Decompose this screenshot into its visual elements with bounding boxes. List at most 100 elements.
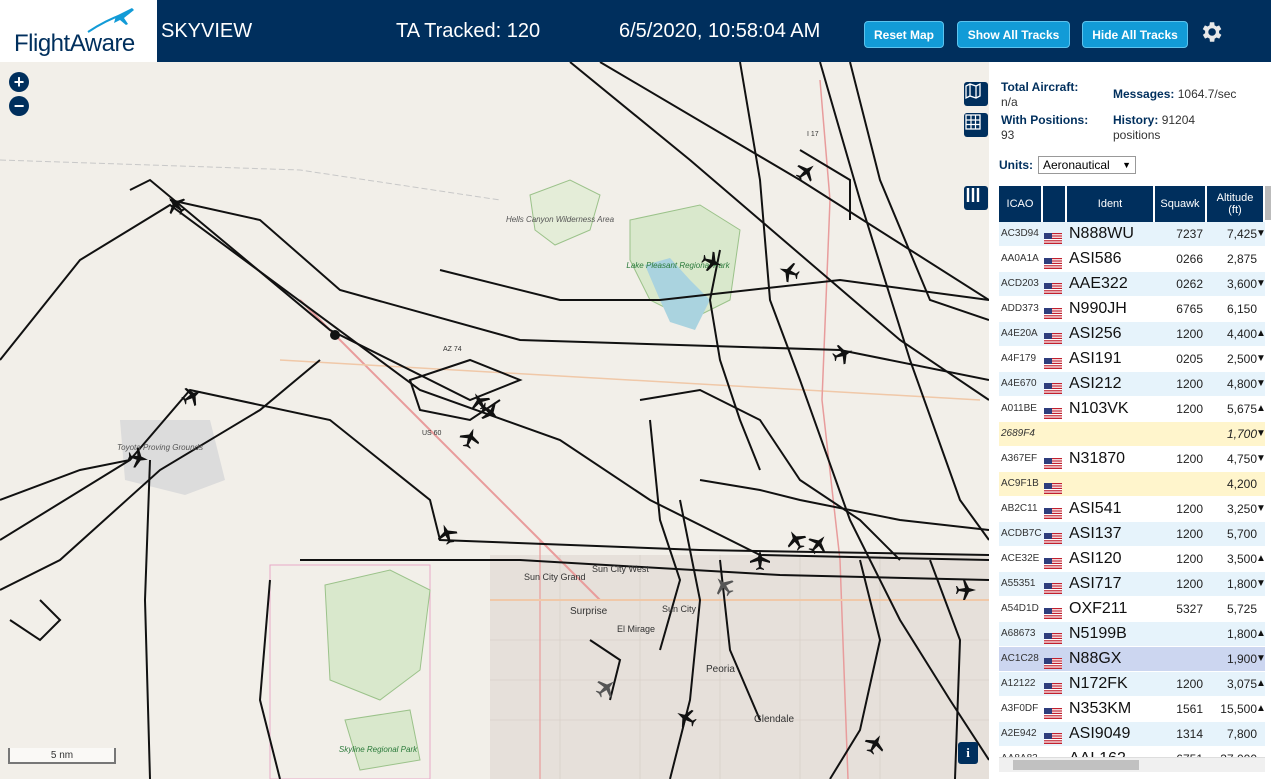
table-row[interactable]: AC3D94 N888WU 7237 7,425 ▼ [999,222,1266,246]
cell-altitude: 1,800 [1226,577,1257,591]
altitude-trend-icon: ▼ [1256,278,1266,289]
horizontal-scrollbar-thumb[interactable] [1013,760,1139,770]
flightaware-logo[interactable]: FlightAware [0,0,157,62]
altitude-trend-icon [1256,722,1265,746]
table-row[interactable]: ACE32E ASI120 1200 3,500 ▲ [999,547,1266,571]
us-flag-icon [1044,654,1062,669]
table-row[interactable]: A3F0DF N353KM 1561 15,500 ▲ [999,697,1266,721]
cell-altitude: 4,200 [1226,477,1257,491]
us-flag-icon [1044,454,1062,469]
cell-ident: ASI137 [1069,525,1122,542]
table-row[interactable]: ADD373 N990JH 6765 6,150 [999,297,1265,321]
table-row[interactable]: AC1C28 N88GX 1,900 ▼ [999,647,1266,671]
cell-icao: ACE32E [1001,553,1040,564]
us-flag-icon [1044,254,1062,269]
table-row[interactable]: A2E942 ASI9049 1314 7,800 [999,722,1265,746]
table-row[interactable]: AB2C11 ASI541 1200 3,250 ▼ [999,497,1266,521]
table-row[interactable]: A68673 N5199B 1,800 ▲ [999,622,1266,646]
info-button[interactable]: i [958,742,978,764]
cell-altitude: 15,500 [1220,702,1257,716]
altitude-trend-icon: ▲ [1256,328,1266,339]
reset-map-button[interactable]: Reset Map [864,21,944,48]
map-layer-button[interactable] [964,82,988,106]
table-row[interactable]: ACD203 AAE322 0262 3,600 ▼ [999,272,1266,296]
table-row[interactable]: A367EF N31870 1200 4,750 ▼ [999,447,1266,471]
units-select[interactable]: Aeronautical ▼ [1038,156,1136,174]
aircraft-icon[interactable] [804,530,832,558]
cell-altitude: 3,600 [1226,277,1257,291]
cell-squawk: 1314 [1176,727,1203,741]
map-canvas[interactable]: Hells Canyon Wilderness Area Lake Pleasa… [0,62,989,779]
horizontal-scrollbar[interactable] [999,757,1265,772]
us-flag-icon [1044,379,1062,394]
table-row[interactable]: ACDB7C ASI137 1200 5,700 [999,522,1265,546]
hide-all-tracks-button[interactable]: Hide All Tracks [1082,21,1188,48]
cell-icao: A011BE [1001,403,1037,414]
zoom-out-button[interactable]: − [9,96,29,116]
zoom-in-button[interactable]: + [9,72,29,92]
show-all-tracks-button[interactable]: Show All Tracks [957,21,1070,48]
columns-button[interactable] [964,186,988,210]
map-view[interactable]: Hells Canyon Wilderness Area Lake Pleasa… [0,62,989,779]
aircraft-icon[interactable] [776,259,802,285]
cell-ident: ASI9049 [1069,725,1131,742]
label-el-mirage: El Mirage [617,624,655,634]
col-header-ident[interactable]: Ident [1067,186,1155,222]
cell-squawk: 1200 [1176,677,1203,691]
table-row[interactable]: A4E20A ASI256 1200 4,400 ▲ [999,322,1266,346]
table-row[interactable]: AC9F1B 4,200 [999,472,1265,496]
label-peoria: Peoria [706,664,735,675]
cell-icao: A68673 [1001,628,1036,639]
label-hells-canyon: Hells Canyon Wilderness Area [506,215,615,224]
aircraft-icon[interactable] [782,526,809,553]
table-row[interactable]: A55351 ASI717 1200 1,800 ▼ [999,572,1266,596]
aircraft-icon[interactable] [792,158,820,186]
table-row[interactable]: A54D1D OXF211 5327 5,725 [999,597,1265,621]
units-label: Units: [999,158,1033,172]
messages-label: Messages: [1113,87,1175,101]
cell-squawk [1159,422,1203,446]
cell-ident: ASI256 [1069,325,1122,342]
total-aircraft-label: Total Aircraft: [1001,80,1079,94]
altitude-trend-icon: ▲ [1256,553,1266,564]
cell-squawk: 7237 [1176,227,1203,241]
gear-icon[interactable] [1198,19,1224,45]
cell-squawk: 0205 [1176,352,1203,366]
aircraft-icon[interactable] [830,341,856,367]
table-row[interactable]: A4E670 ASI212 1200 4,800 ▼ [999,372,1266,396]
table-row[interactable]: A4F179 ASI191 0205 2,500 ▼ [999,347,1266,371]
table-row[interactable]: A011BE N103VK 1200 5,675 ▲ [999,397,1266,421]
altitude-trend-icon: ▲ [1256,403,1266,414]
table-row[interactable]: AA0A1A ASI586 0266 2,875 [999,247,1265,271]
cell-squawk: 1561 [1176,702,1203,716]
us-flag-icon [1044,604,1062,619]
aircraft-icon[interactable] [178,382,205,409]
cell-squawk: 1200 [1176,402,1203,416]
with-positions-value: 93 [1001,128,1015,142]
total-aircraft-stat: Total Aircraft: n/a [1001,80,1078,110]
label-toyota: Toyota Proving Grounds [117,443,203,452]
cell-ident: N172FK [1069,675,1128,692]
table-row[interactable]: 2689F4 1,700 ▼ [999,422,1266,446]
cell-icao: 2689F4 [1001,428,1035,439]
cell-icao: AA0A1A [1001,253,1039,264]
grid-button[interactable] [964,113,988,137]
cell-icao: AC3D94 [1001,228,1039,239]
cell-squawk: 1200 [1176,502,1203,516]
cell-ident: N88GX [1069,650,1122,667]
table-row[interactable]: A12122 N172FK 1200 3,075 ▲ [999,672,1266,696]
col-header-squawk[interactable]: Squawk [1155,186,1207,222]
cell-squawk: 1200 [1176,327,1203,341]
col-header-icao[interactable]: ICAO [999,186,1043,222]
aircraft-icon[interactable] [162,191,190,219]
cell-altitude: 3,250 [1226,502,1257,516]
us-flag-icon [1044,354,1062,369]
us-flag-icon [1044,329,1062,344]
col-header-altitude[interactable]: Altitude (ft) [1207,186,1265,222]
table-scrollbar[interactable] [1265,186,1271,220]
aircraft-icon[interactable] [457,425,483,451]
cell-altitude: 2,875 [1226,252,1257,266]
label-sun-city-grand: Sun City Grand [524,572,586,582]
us-flag-icon [1044,529,1062,544]
cell-ident: ASI212 [1069,375,1122,392]
